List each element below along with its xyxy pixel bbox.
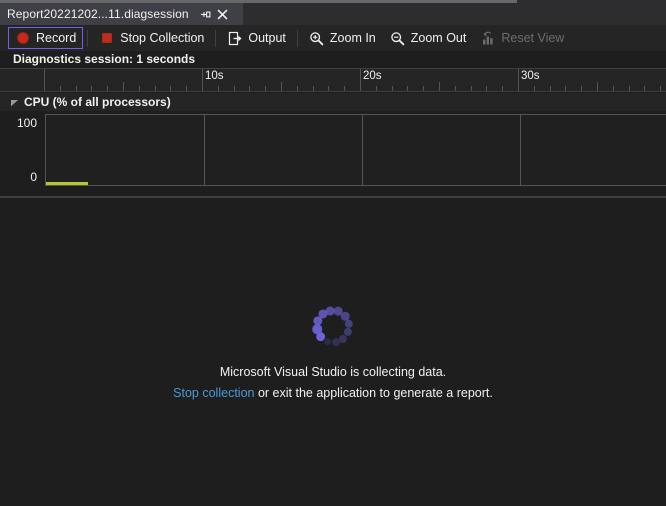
collecting-suffix: or exit the application to generate a re… bbox=[254, 385, 493, 400]
ruler-minor-tick bbox=[328, 86, 330, 91]
collecting-message: Microsoft Visual Studio is collecting da… bbox=[219, 364, 447, 379]
ruler-minor-tick bbox=[439, 82, 440, 91]
toolbar-separator bbox=[296, 29, 298, 47]
zoom-out-icon bbox=[390, 30, 406, 46]
ruler-minor-tick bbox=[549, 86, 551, 91]
ruler-minor-tick bbox=[59, 86, 61, 91]
toolbar-separator bbox=[87, 29, 89, 47]
ruler-major-tick bbox=[360, 69, 361, 91]
ruler-minor-tick bbox=[312, 86, 314, 91]
spinner-dot bbox=[344, 319, 353, 328]
ruler-minor-tick bbox=[502, 86, 504, 91]
ruler-minor-tick bbox=[91, 86, 93, 91]
chart-gridline bbox=[362, 115, 363, 185]
output-document-icon bbox=[227, 30, 243, 46]
cpu-section-title: CPU (% of all processors) bbox=[24, 95, 171, 109]
ruler-tick-label: 30s bbox=[521, 70, 540, 82]
ruler-minor-tick bbox=[533, 86, 535, 91]
spinner-dot bbox=[323, 337, 332, 346]
ruler-major-tick bbox=[518, 69, 519, 91]
ruler-minor-tick bbox=[454, 86, 456, 91]
output-button[interactable]: Output bbox=[220, 27, 293, 49]
ruler-minor-tick bbox=[581, 86, 583, 91]
ruler-minor-tick bbox=[612, 86, 614, 91]
ruler-minor-tick bbox=[233, 86, 235, 91]
reset-view-button[interactable]: Reset View bbox=[473, 27, 571, 49]
zoom-in-button[interactable]: Zoom In bbox=[302, 27, 383, 49]
ruler-minor-tick bbox=[344, 86, 346, 91]
stop-collection-button[interactable]: Stop Collection bbox=[92, 27, 211, 49]
ruler-minor-tick bbox=[265, 86, 267, 91]
spinner-dot bbox=[331, 338, 340, 347]
cpu-graph-panel: 100 0 bbox=[0, 111, 666, 198]
spinner-dot bbox=[312, 324, 322, 335]
loading-spinner-icon bbox=[311, 305, 355, 349]
ruler-minor-tick bbox=[249, 86, 251, 91]
ruler-minor-tick bbox=[107, 86, 109, 91]
ruler-minor-tick bbox=[644, 86, 646, 91]
cpu-chart-plot-area[interactable] bbox=[45, 114, 666, 186]
record-circle-icon bbox=[15, 30, 31, 46]
ruler-minor-tick bbox=[170, 86, 172, 91]
cpu-axis-min-label: 0 bbox=[30, 170, 37, 184]
ruler-minor-tick bbox=[186, 86, 188, 91]
tab-diagsession[interactable]: Report20221202...11.diagsession bbox=[0, 3, 243, 25]
stop-collection-link[interactable]: Stop collection bbox=[173, 386, 254, 400]
ruler-minor-tick bbox=[75, 86, 77, 91]
chart-gridline bbox=[520, 115, 521, 185]
ruler-minor-tick bbox=[407, 86, 409, 91]
chart-gridline bbox=[204, 115, 205, 185]
ruler-origin-line bbox=[44, 69, 45, 91]
ruler-minor-tick bbox=[565, 86, 567, 91]
diagnostics-toolbar: Record Stop Collection Output Zoom In Zo… bbox=[0, 25, 666, 51]
spinner-dot bbox=[339, 334, 348, 343]
cpu-data-trace bbox=[46, 182, 89, 185]
record-button-label: Record bbox=[36, 31, 77, 45]
zoom-out-button[interactable]: Zoom Out bbox=[383, 27, 474, 49]
session-duration-label: Diagnostics session: 1 seconds bbox=[13, 52, 196, 66]
ruler-minor-tick bbox=[597, 82, 598, 91]
tab-bar: Report20221202...11.diagsession bbox=[0, 3, 666, 25]
ruler-tick-label: 10s bbox=[205, 70, 224, 82]
toolbar-separator bbox=[215, 29, 217, 47]
reset-view-label: Reset View bbox=[501, 31, 565, 45]
ruler-minor-tick bbox=[486, 86, 488, 91]
close-icon[interactable] bbox=[214, 6, 231, 23]
cpu-y-axis: 100 0 bbox=[0, 111, 45, 198]
zoom-out-label: Zoom Out bbox=[410, 31, 467, 45]
ruler-minor-tick bbox=[375, 86, 377, 91]
tab-title: Report20221202...11.diagsession bbox=[7, 7, 189, 21]
collecting-submessage: Stop collection or exit the application … bbox=[173, 386, 493, 400]
collapse-caret-icon[interactable] bbox=[9, 97, 20, 108]
ruler-minor-tick bbox=[154, 86, 156, 91]
ruler-minor-tick bbox=[628, 86, 630, 91]
ruler-minor-tick bbox=[423, 86, 425, 91]
ruler-minor-tick bbox=[217, 86, 219, 91]
stop-collection-label: Stop Collection bbox=[120, 31, 205, 45]
stop-square-icon bbox=[99, 30, 115, 46]
pin-icon[interactable] bbox=[197, 6, 214, 23]
collecting-data-panel: Microsoft Visual Studio is collecting da… bbox=[0, 198, 666, 506]
record-button[interactable]: Record bbox=[8, 27, 84, 49]
diagnostics-hub-window: Report20221202...11.diagsession Record S… bbox=[0, 0, 666, 506]
ruler-minor-tick bbox=[123, 82, 124, 91]
ruler-minor-tick bbox=[281, 82, 282, 91]
ruler-minor-tick bbox=[391, 86, 393, 91]
cpu-axis-max-label: 100 bbox=[16, 116, 37, 130]
ruler-tick-label: 20s bbox=[363, 70, 382, 82]
ruler-minor-tick bbox=[470, 86, 472, 91]
ruler-minor-tick bbox=[138, 86, 140, 91]
zoom-in-icon bbox=[309, 30, 325, 46]
cpu-section-header[interactable]: CPU (% of all processors) bbox=[0, 93, 666, 111]
reset-view-chart-icon bbox=[480, 30, 496, 46]
zoom-in-label: Zoom In bbox=[329, 31, 376, 45]
ruler-minor-tick bbox=[296, 86, 298, 91]
ruler-major-tick bbox=[202, 69, 203, 91]
timeline-ruler[interactable]: 10s 20s 30s bbox=[0, 68, 666, 92]
output-button-label: Output bbox=[248, 31, 286, 45]
ruler-minor-tick bbox=[660, 86, 662, 91]
session-row: Diagnostics session: 1 seconds bbox=[0, 51, 666, 68]
